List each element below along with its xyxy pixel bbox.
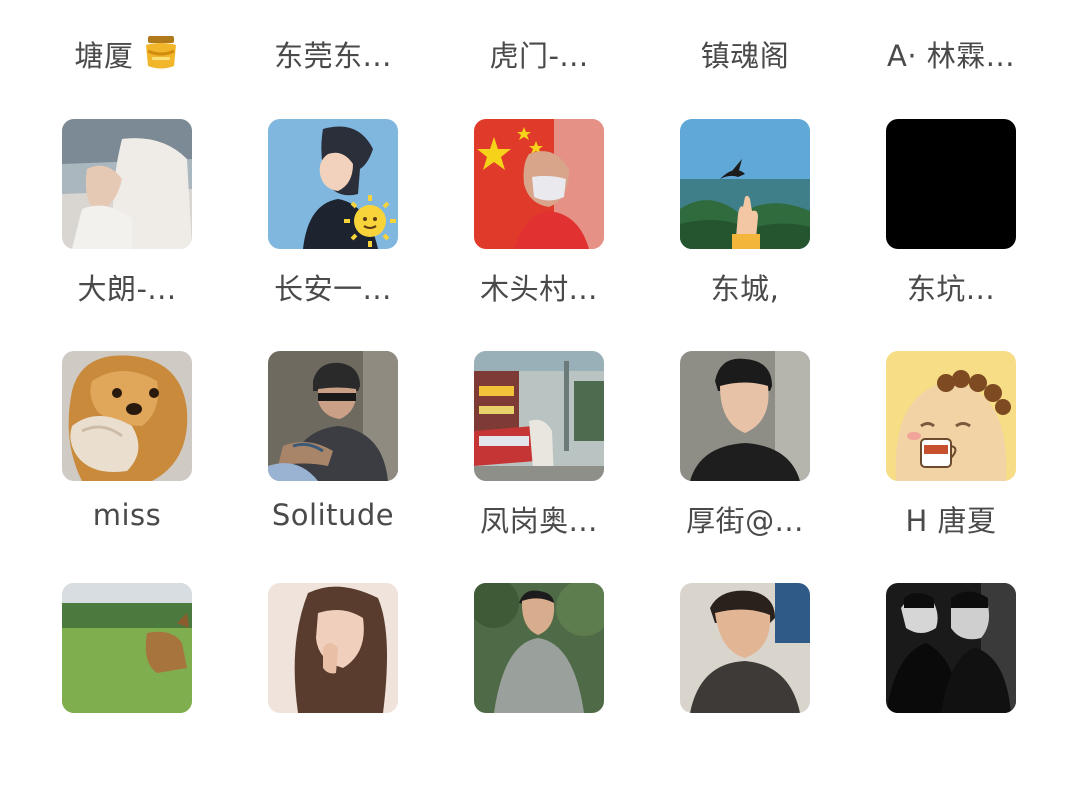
member-name: 东莞东... <box>274 39 392 73</box>
member-avatar[interactable] <box>268 119 398 249</box>
member-item[interactable]: H 唐夏 <box>856 351 1046 571</box>
member-name: 木头村... <box>480 272 598 306</box>
member-item[interactable]: 凤岗奥... <box>444 351 634 571</box>
group-members-grid: 塘厦 东莞东... 虎门-... 镇魂阁 A· 林霖... 大朗-... 长安一… <box>0 0 1080 713</box>
member-item[interactable]: 厚街@... <box>650 351 840 571</box>
member-item[interactable] <box>856 583 1046 803</box>
member-avatar[interactable] <box>680 119 810 249</box>
member-avatar[interactable] <box>474 351 604 481</box>
member-item[interactable]: 虎门-... <box>444 0 634 73</box>
member-item[interactable]: 大朗-... <box>32 119 222 339</box>
member-item[interactable]: miss <box>32 351 222 571</box>
member-name: 东城, <box>710 272 780 306</box>
member-name: 镇魂阁 <box>700 39 790 73</box>
member-name: H 唐夏 <box>905 504 997 538</box>
member-avatar[interactable] <box>680 583 810 713</box>
member-name: 塘厦 <box>22 33 232 78</box>
member-avatar[interactable] <box>268 583 398 713</box>
member-name: 东坑... <box>906 272 996 306</box>
member-avatar[interactable] <box>886 351 1016 481</box>
member-item[interactable]: A· 林霖... <box>856 0 1046 73</box>
member-avatar[interactable] <box>886 119 1016 249</box>
member-item[interactable] <box>650 583 840 803</box>
member-item[interactable]: 塘厦 <box>32 0 222 73</box>
member-avatar[interactable] <box>62 351 192 481</box>
member-avatar[interactable] <box>680 351 810 481</box>
member-name: 厚街@... <box>686 504 804 538</box>
member-item[interactable]: 木头村... <box>444 119 634 339</box>
member-avatar[interactable] <box>62 583 192 713</box>
member-name: Solitude <box>271 498 395 532</box>
member-item[interactable] <box>32 583 222 803</box>
member-name: A· 林霖... <box>887 39 1015 73</box>
member-name: 凤岗奥... <box>480 504 598 538</box>
member-item[interactable]: 镇魂阁 <box>650 0 840 73</box>
member-name: 长安一... <box>274 272 392 306</box>
member-item[interactable]: 长安一... <box>238 119 428 339</box>
member-avatar[interactable] <box>474 119 604 249</box>
member-item[interactable]: 东莞东... <box>238 0 428 73</box>
member-name: 大朗-... <box>77 272 177 306</box>
member-name: miss <box>92 498 162 532</box>
member-item[interactable]: Solitude <box>238 351 428 571</box>
member-avatar[interactable] <box>268 351 398 481</box>
member-avatar[interactable] <box>886 583 1016 713</box>
member-item[interactable] <box>444 583 634 803</box>
member-item[interactable] <box>238 583 428 803</box>
member-avatar[interactable] <box>474 583 604 713</box>
honey-pot-icon <box>142 33 180 78</box>
member-name: 虎门-... <box>489 39 589 73</box>
member-item[interactable]: 东坑... <box>856 119 1046 339</box>
member-avatar[interactable] <box>62 119 192 249</box>
member-item[interactable]: 东城, <box>650 119 840 339</box>
